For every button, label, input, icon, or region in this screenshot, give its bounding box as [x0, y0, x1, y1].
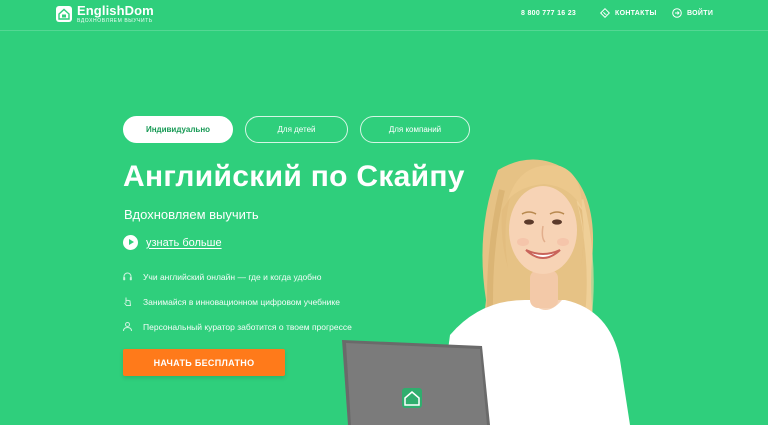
audience-tabs: Индивидуально Для детей Для компаний — [123, 116, 470, 143]
headset-icon — [122, 271, 133, 282]
login-link[interactable]: ВОЙТИ — [672, 8, 713, 18]
top-navigation-bar: EnglishDom ВДОХНОВЛЯЕМ ВЫУЧИТЬ 8 800 777… — [0, 0, 768, 31]
list-item: Занимайся в инновационном цифровом учебн… — [122, 289, 352, 314]
contacts-link[interactable]: КОНТАКТЫ — [599, 7, 657, 19]
feature-text: Учи английский онлайн — где и когда удоб… — [143, 271, 322, 282]
logo-tagline: ВДОХНОВЛЯЕМ ВЫУЧИТЬ — [77, 18, 153, 24]
contacts-label: КОНТАКТЫ — [615, 9, 657, 17]
page-subtitle: Вдохновляем выучить — [124, 207, 259, 222]
play-icon — [123, 235, 138, 250]
login-label: ВОЙТИ — [687, 9, 714, 17]
curator-icon — [122, 321, 133, 332]
tab-companies[interactable]: Для компаний — [360, 116, 470, 143]
house-logo-icon — [56, 6, 72, 22]
phone-number[interactable]: 8 800 777 16 23 — [521, 10, 576, 17]
start-free-button[interactable]: НАЧАТЬ БЕСПЛАТНО — [123, 349, 285, 376]
feature-list: Учи английский онлайн — где и когда удоб… — [122, 264, 352, 339]
phone-icon — [599, 7, 611, 19]
learn-more-label: узнать больше — [146, 236, 222, 249]
feature-text: Занимайся в инновационном цифровом учебн… — [143, 296, 340, 307]
hero-photo — [342, 159, 630, 425]
login-icon — [672, 8, 682, 18]
hand-pointer-icon — [122, 296, 133, 307]
logo-name: EnglishDom — [77, 3, 154, 18]
list-item: Учи английский онлайн — где и когда удоб… — [122, 264, 352, 289]
list-item: Персональный куратор заботится о твоем п… — [122, 314, 352, 339]
brand-logo[interactable]: EnglishDom ВДОХНОВЛЯЕМ ВЫУЧИТЬ — [56, 4, 154, 24]
feature-text: Персональный куратор заботится о твоем п… — [143, 321, 352, 332]
learn-more-link[interactable]: узнать больше — [123, 235, 222, 250]
tab-individual[interactable]: Индивидуально — [123, 116, 233, 143]
tab-kids[interactable]: Для детей — [245, 116, 348, 143]
